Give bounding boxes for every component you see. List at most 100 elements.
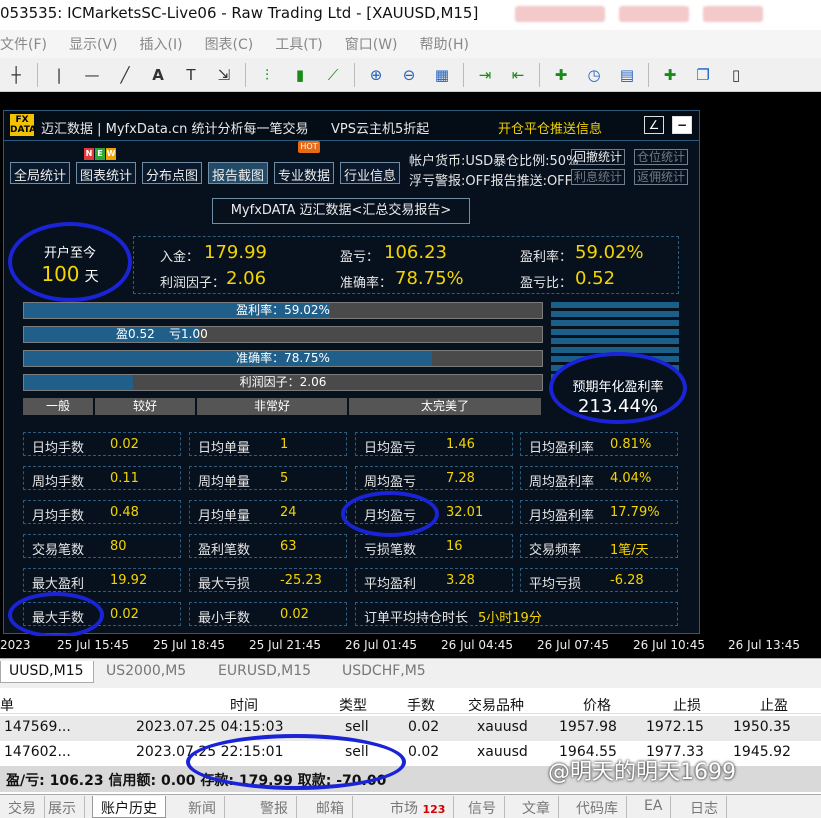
text-tool-icon[interactable]: A [146, 63, 170, 87]
crosshair-icon[interactable]: ┼ [4, 63, 28, 87]
menu-bar: 文件(F) 显示(V) 插入(I) 图表(C) 工具(T) 窗口(W) 帮助(H… [0, 30, 821, 58]
col-sl[interactable]: 止损 [673, 695, 701, 715]
interest-stats-button[interactable]: 利息统计 [571, 169, 626, 185]
position-stats-button[interactable]: 仓位统计 [634, 149, 689, 165]
days-unit: 天 [84, 269, 99, 285]
hot-badge: HOT [298, 141, 320, 153]
vertical-line-icon[interactable]: | [47, 63, 71, 87]
stat-cell: 交易笔数 80 [23, 534, 181, 558]
stat-cell: 日均单量 1 [189, 432, 347, 456]
indicators-icon[interactable]: ✚ [549, 63, 573, 87]
stat-cell: 最大盈利 19.92 [23, 568, 181, 592]
terminal-window: 053535: ICMarketsSC-Live06 - Raw Trading… [0, 0, 821, 818]
tab-global-stats[interactable]: 全局统计 [10, 162, 71, 184]
push-info-link[interactable]: 开仓平仓推送信息 [498, 118, 602, 137]
profiles-icon[interactable]: ❐ [691, 63, 715, 87]
tab-report-screenshot[interactable]: 报告截图 [208, 162, 269, 184]
menu-file[interactable]: 文件(F) [0, 34, 47, 54]
symbol-tab-us2000[interactable]: US2000,M5 [98, 661, 194, 683]
tab-distribution[interactable]: 分布点图 [142, 162, 203, 184]
tab-code-base[interactable]: 代码库 [568, 796, 627, 818]
periods-clock-icon[interactable]: ◷ [582, 63, 606, 87]
stat-cell: 周均单量 5 [189, 466, 347, 490]
table-row[interactable]: 147569... 2023.07.25 04:15:03 sell 0.02 … [0, 716, 821, 741]
rating-scale: 一般 较好 非常好 太完美了 [23, 398, 543, 415]
menu-window[interactable]: 窗口(W) [345, 34, 398, 54]
annotation-oval [186, 734, 406, 790]
minimize-panel-button[interactable]: − [672, 116, 692, 134]
symbol-tab-eurusd[interactable]: EURUSD,M15 [210, 661, 319, 683]
menu-chart[interactable]: 图表(C) [205, 34, 254, 54]
tab-market[interactable]: 市场 123 [382, 796, 455, 818]
tab-mailbox[interactable]: 邮箱 [308, 796, 353, 818]
tab-journal[interactable]: 日志 [682, 796, 727, 818]
col-price[interactable]: 价格 [583, 695, 611, 715]
vps-link[interactable]: VPS云主机5折起 [331, 118, 429, 137]
window-title: 053535: ICMarketsSC-Live06 - Raw Trading… [0, 4, 479, 22]
autoscroll-icon[interactable]: ⇥ [473, 63, 497, 87]
tab-exposure[interactable]: 展示 [40, 796, 85, 818]
accuracy-value: 78.75% [395, 268, 464, 289]
chart-time-axis: 2023 25 Jul 15:45 25 Jul 18:45 25 Jul 21… [0, 636, 821, 656]
deposit-value: 179.99 [204, 242, 267, 263]
tab-pro-data[interactable]: 专业数据 [274, 162, 335, 184]
templates-icon[interactable]: ▤ [615, 63, 639, 87]
trendline-icon[interactable]: ╱ [113, 63, 137, 87]
menu-tools[interactable]: 工具(T) [275, 34, 322, 54]
tab-trade[interactable]: 交易 [0, 796, 45, 818]
profit-factor-bar-label: 利润因子：2.06 [239, 375, 327, 389]
toolbar-separator [245, 62, 246, 87]
tab-articles[interactable]: 文章 [514, 796, 559, 818]
menu-insert[interactable]: 插入(I) [140, 34, 183, 54]
rebate-stats-button[interactable]: 返佣统计 [634, 169, 689, 185]
table-header: 单 时间 类型 手数 交易品种 价格 止损 止盈 [0, 692, 821, 714]
time-tick: 25 Jul 18:45 [153, 638, 225, 652]
win-loss-bar: 盈0.52 亏1.00 [23, 326, 543, 343]
col-tp[interactable]: 止盈 [760, 695, 788, 715]
arrow-tools-icon[interactable]: ⇲ [212, 63, 236, 87]
zoom-in-icon[interactable]: ⊕ [364, 63, 388, 87]
col-volume[interactable]: 手数 [407, 695, 435, 715]
col-order[interactable]: 单 [0, 695, 14, 715]
zoom-out-icon[interactable]: ⊖ [397, 63, 421, 87]
since-open-label: 开户至今 [43, 246, 96, 261]
time-tick: 25 Jul 15:45 [57, 638, 129, 652]
profit-rate-bar-label: 盈利率：59.02% [236, 303, 330, 317]
more-tools-icon[interactable]: ▯ [724, 63, 748, 87]
col-symbol[interactable]: 交易品种 [468, 695, 524, 715]
stat-cell: 平均亏损 -6.28 [520, 568, 678, 592]
line-chart-icon[interactable]: ⟋ [321, 63, 345, 87]
rating-perfect: 太完美了 [349, 398, 543, 415]
menu-help[interactable]: 帮助(H) [420, 34, 469, 54]
tab-industry-info[interactable]: 行业信息 [340, 162, 401, 184]
new-order-icon[interactable]: ✚ [658, 63, 682, 87]
col-type[interactable]: 类型 [339, 695, 367, 715]
bar-chart-icon[interactable]: ⫶ [255, 63, 279, 87]
edit-panel-button[interactable]: ∠ [644, 116, 664, 134]
time-tick: 26 Jul 07:45 [537, 638, 609, 652]
col-time[interactable]: 时间 [230, 695, 258, 715]
loss-ratio-label: 亏1.00 [169, 327, 208, 341]
chart-shift-icon[interactable]: ⇤ [506, 63, 530, 87]
drawdown-stats-button[interactable]: 回撤统计 [571, 149, 626, 165]
tab-chart-stats[interactable]: 图表统计 [76, 162, 137, 184]
time-tick: 26 Jul 04:45 [441, 638, 513, 652]
tab-signals[interactable]: 信号 [460, 796, 505, 818]
candlestick-icon[interactable]: ▮ [288, 63, 312, 87]
tab-news[interactable]: 新闻 [180, 796, 225, 818]
tab-account-history[interactable]: 账户历史 [92, 796, 166, 818]
toolbar-separator [354, 62, 355, 87]
toolbar-separator [37, 62, 38, 87]
tab-alerts[interactable]: 警报 [252, 796, 297, 818]
text-label-icon[interactable]: T [179, 63, 203, 87]
menu-view[interactable]: 显示(V) [69, 34, 118, 54]
new-badge-w: W [106, 148, 116, 160]
tab-experts[interactable]: EA [636, 796, 672, 818]
stat-cell: 月均单量 24 [189, 500, 347, 524]
time-tick: 26 Jul 13:45 [728, 638, 800, 652]
symbol-tab-xauusd[interactable]: UUSD,M15 [0, 661, 94, 683]
market-count-badge: 123 [422, 803, 446, 816]
symbol-tab-usdchf[interactable]: USDCHF,M5 [334, 661, 434, 683]
tile-windows-icon[interactable]: ▦ [430, 63, 454, 87]
horizontal-line-icon[interactable]: — [80, 63, 104, 87]
